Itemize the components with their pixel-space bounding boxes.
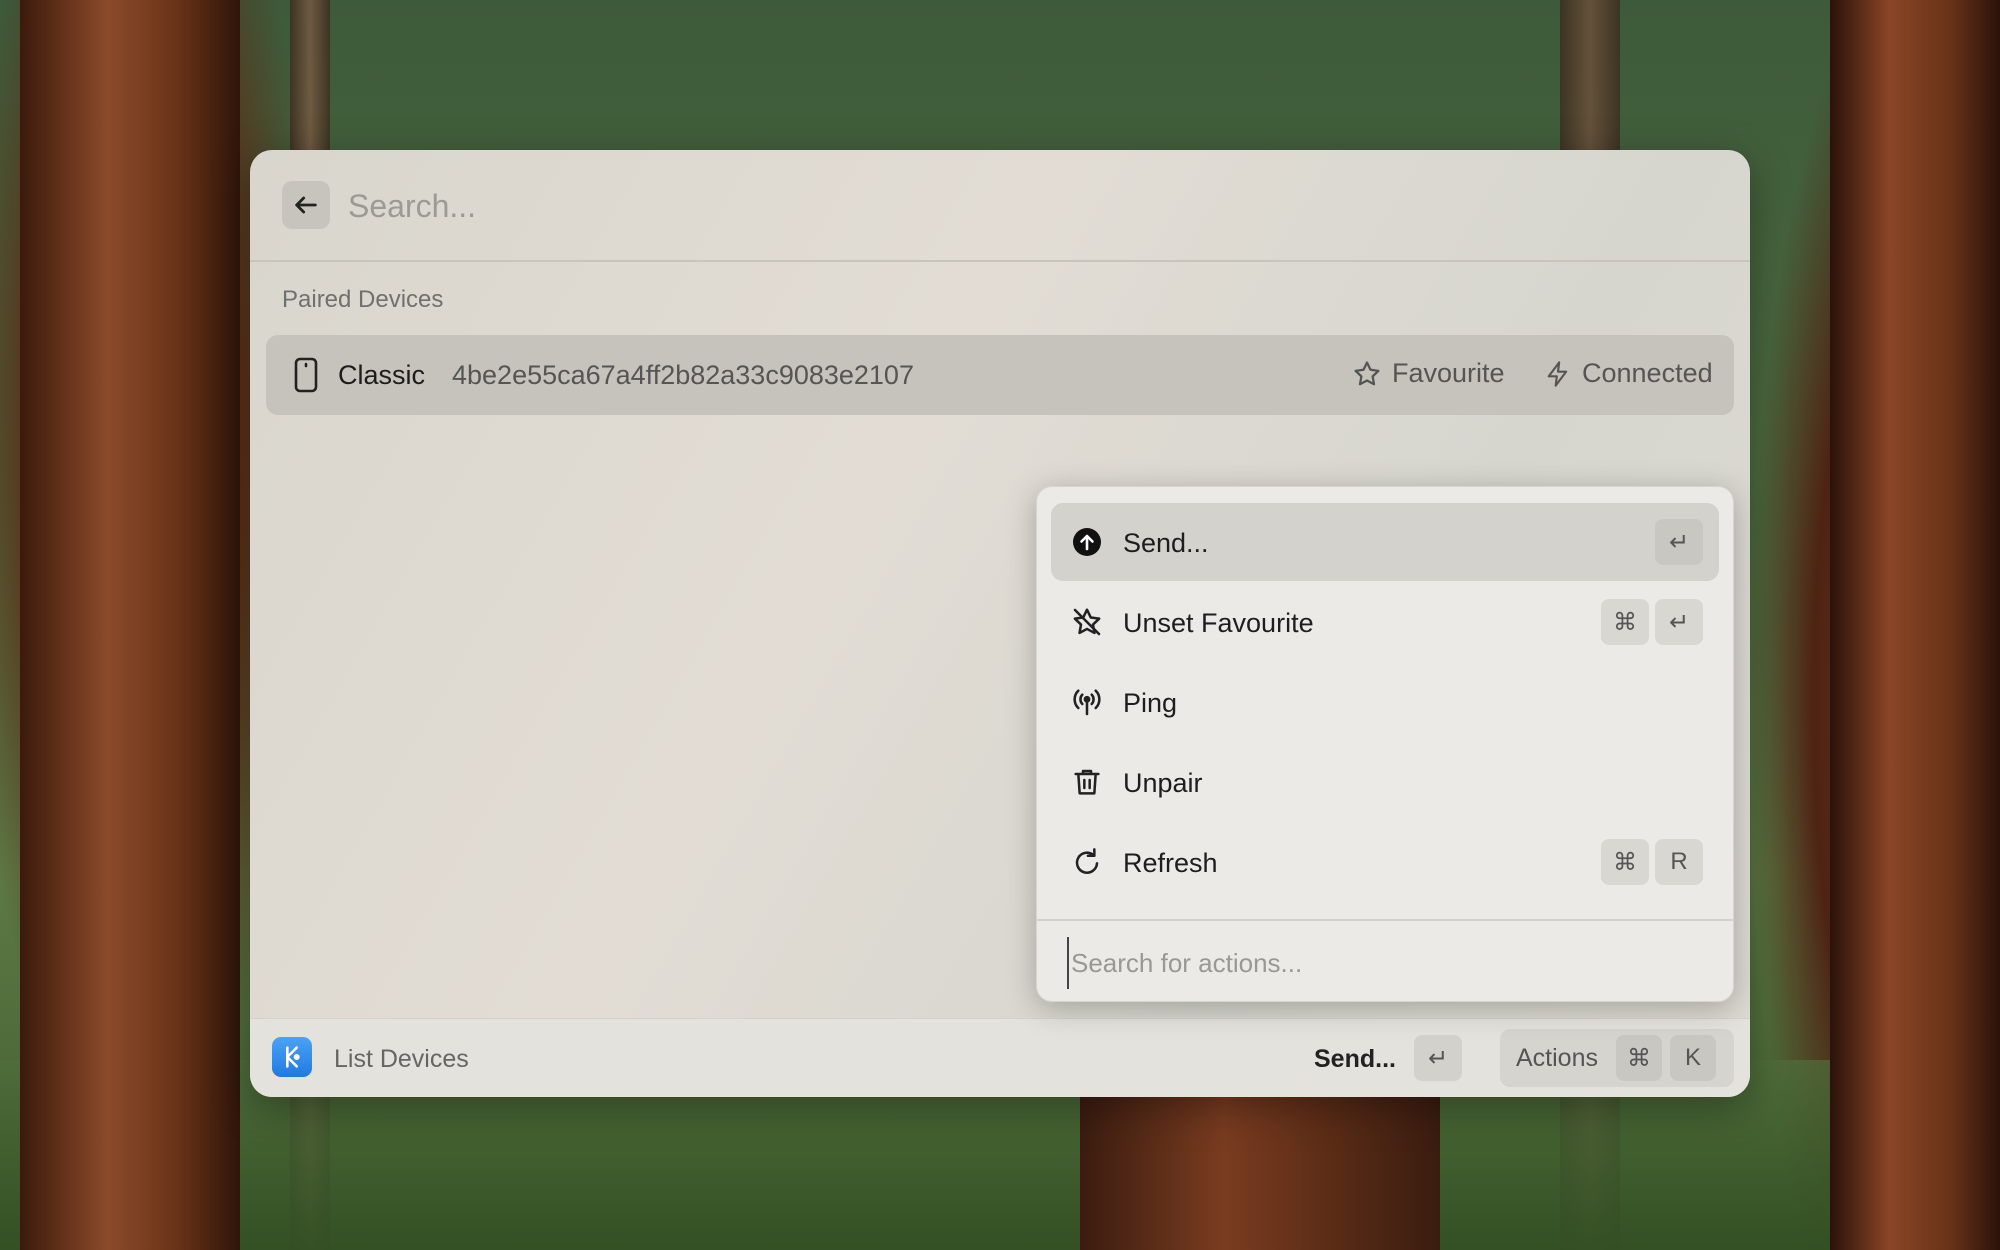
actions-menu: Send... ↵ Unset Favourite ⌘ ↵ Ping Unpai…: [1036, 486, 1734, 1002]
shortcut-key: ↵: [1655, 599, 1703, 645]
shortcut-key: ⌘: [1601, 839, 1649, 885]
actions-button[interactable]: Actions ⌘ K: [1500, 1029, 1734, 1087]
shortcut-key: ↵: [1655, 519, 1703, 565]
menu-item-label: Refresh: [1123, 848, 1218, 878]
background-tree: [20, 0, 240, 1250]
primary-action-shortcut: ↵: [1414, 1035, 1462, 1081]
shortcut-key: ⌘: [1615, 1035, 1662, 1081]
menu-item-unpair[interactable]: Unpair: [1051, 743, 1719, 821]
divider: [1037, 919, 1733, 921]
menu-item-label: Ping: [1123, 688, 1178, 718]
star-slash-icon: [1073, 608, 1101, 636]
menu-item-label: Send...: [1123, 528, 1209, 558]
primary-action-button[interactable]: Send...: [1314, 1045, 1396, 1074]
background-tree: [1830, 0, 2000, 1250]
shortcut-keys: ↵: [1655, 519, 1703, 565]
menu-item-label: Unset Favourite: [1123, 608, 1314, 638]
shortcut-keys: ⌘ R: [1601, 839, 1703, 885]
connected-label: Connected: [1582, 358, 1713, 388]
menu-item-label: Unpair: [1123, 768, 1203, 798]
search-bar: [250, 150, 1750, 262]
device-id: 4be2e55ca67a4ff2b82a33c9083e2107: [452, 360, 914, 390]
section-title: Paired Devices: [282, 286, 444, 313]
menu-item-ping[interactable]: Ping: [1051, 663, 1719, 741]
bolt-icon: [1547, 360, 1568, 387]
background-tree: [1080, 1080, 1440, 1250]
menu-item-send[interactable]: Send... ↵: [1051, 503, 1719, 581]
trash-icon: [1074, 769, 1100, 795]
broadcast-icon: [1073, 689, 1101, 716]
connected-accessory: Connected: [1544, 358, 1713, 389]
shortcut-keys: ⌘ ↵: [1601, 599, 1703, 645]
favourite-accessory: Favourite: [1352, 358, 1505, 389]
shortcut-key: ⌘: [1601, 599, 1649, 645]
shortcut-key: R: [1655, 839, 1703, 885]
favourite-label: Favourite: [1392, 358, 1505, 388]
refresh-icon: [1075, 848, 1099, 874]
actions-label: Actions: [1516, 1043, 1598, 1072]
star-icon: [1354, 360, 1380, 385]
arrow-up-circle-icon: [1073, 528, 1101, 556]
back-button[interactable]: [282, 181, 330, 229]
kde-connect-icon: [272, 1037, 312, 1077]
action-search-input[interactable]: [1067, 937, 1713, 989]
phone-icon: [294, 357, 318, 393]
command-title: List Devices: [334, 1045, 469, 1073]
menu-item-refresh[interactable]: Refresh ⌘ R: [1051, 823, 1719, 901]
menu-item-unset-favourite[interactable]: Unset Favourite ⌘ ↵: [1051, 583, 1719, 661]
action-bar: List Devices Send... ↵ Actions ⌘ K: [250, 1018, 1750, 1097]
list-item-device[interactable]: Classic 4be2e55ca67a4ff2b82a33c9083e2107…: [266, 335, 1734, 415]
search-input[interactable]: [346, 178, 1700, 234]
shortcut-key: K: [1669, 1035, 1716, 1081]
device-name: Classic: [338, 360, 426, 390]
arrow-left-icon: [295, 196, 317, 214]
